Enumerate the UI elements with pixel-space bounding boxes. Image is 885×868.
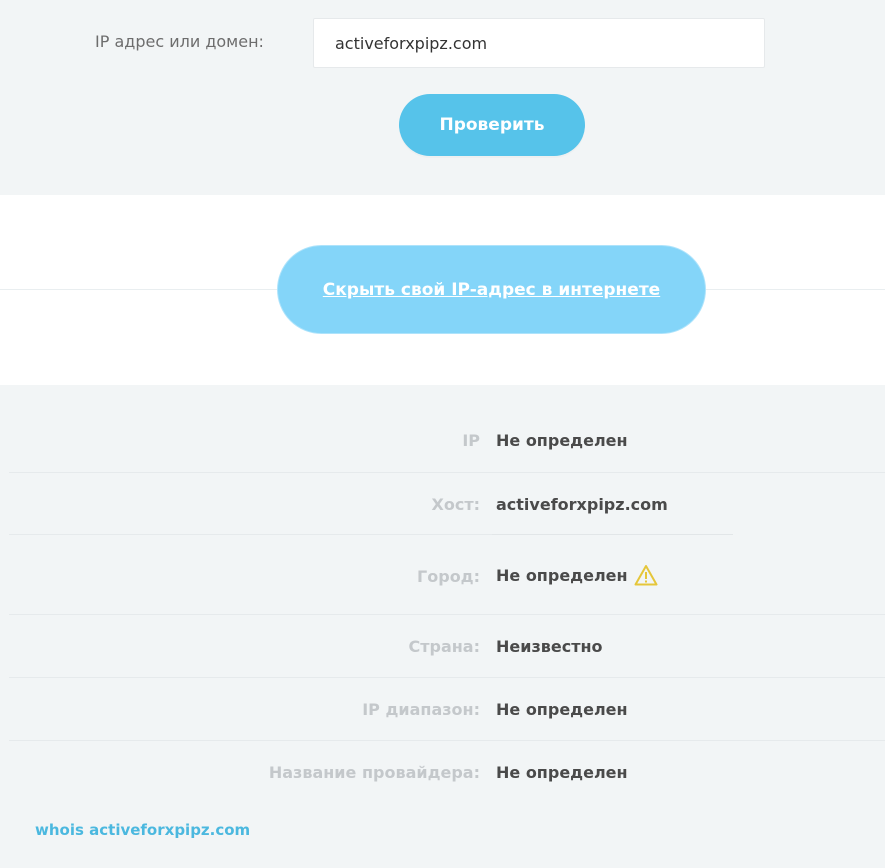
row-divider [9, 472, 885, 473]
row-divider [492, 534, 733, 535]
hide-ip-button[interactable]: Скрыть свой IP-адрес в интернете [277, 245, 706, 334]
row-divider [9, 614, 885, 615]
row-divider [9, 677, 885, 678]
row-value-ip-range: Не определен [496, 700, 628, 719]
row-value-city-text: Не определен [496, 565, 628, 585]
row-label-country: Страна: [408, 637, 480, 656]
row-value-provider: Не определен [496, 763, 628, 782]
row-label-ip: IP [462, 431, 480, 450]
row-divider [9, 740, 885, 741]
row-value-country: Неизвестно [496, 637, 603, 656]
warning-icon [634, 564, 658, 586]
row-divider [9, 534, 492, 535]
row-value-ip: Не определен [496, 431, 628, 450]
results-table: IP Не определен Хост: activeforxpipz.com… [0, 385, 885, 868]
hide-ip-panel: Скрыть свой IP-адрес в интернете [0, 195, 885, 385]
search-panel: IP адрес или домен: Проверить [0, 0, 885, 195]
hide-ip-label: Скрыть свой IP-адрес в интернете [322, 279, 661, 300]
row-label-ip-range: IP диапазон: [362, 700, 480, 719]
row-value-city: Не определен [496, 564, 658, 586]
row-label-city: Город: [417, 567, 480, 586]
row-label-provider: Название провайдера: [268, 763, 480, 782]
check-button[interactable]: Проверить [399, 94, 585, 156]
whois-link[interactable]: whois activeforxpipz.com [35, 821, 250, 839]
search-label: IP адрес или домен: [95, 32, 264, 51]
search-input[interactable] [313, 18, 765, 68]
row-value-host: activeforxpipz.com [496, 495, 668, 514]
row-label-host: Хост: [431, 495, 480, 514]
